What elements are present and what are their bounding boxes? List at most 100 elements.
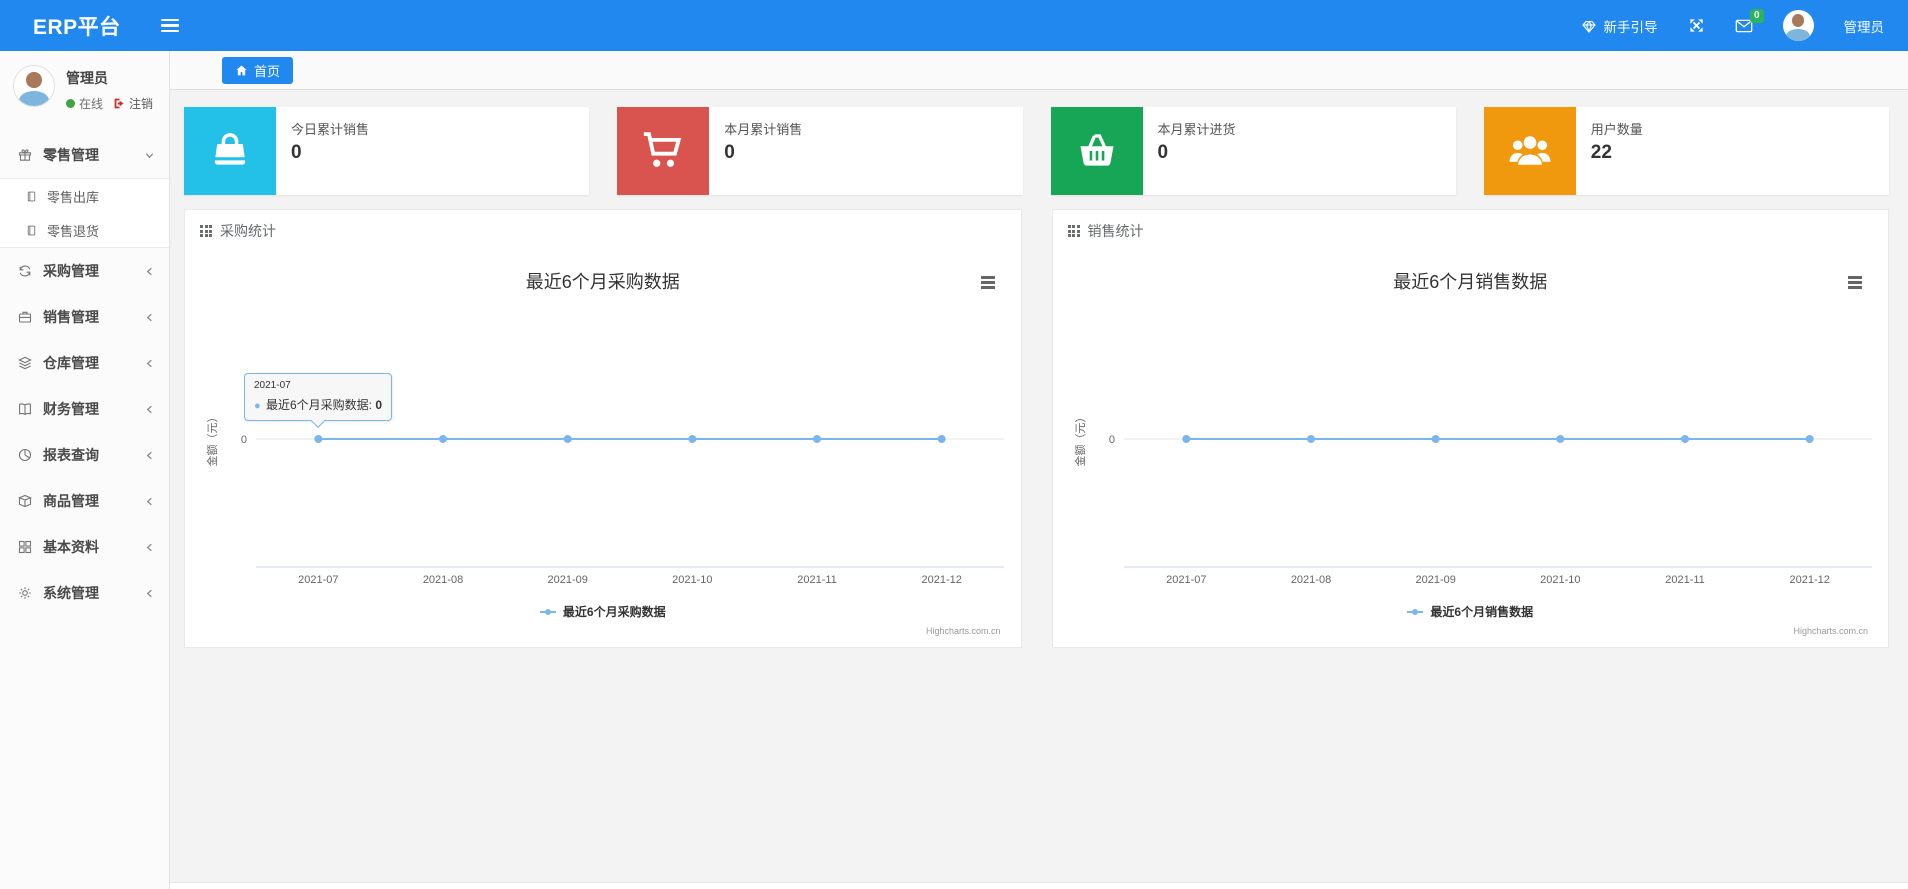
chart-plot: 2021-07 2021-08 2021-09 2021-10 2021-11 2021-… — [1073, 412, 1872, 586]
chevron-left-icon — [146, 497, 152, 505]
chevron-left-icon — [146, 451, 152, 459]
grid-icon — [200, 225, 212, 237]
sidebar-item-retail-return[interactable]: 零售退货 — [0, 213, 169, 247]
chevron-left-icon — [146, 359, 152, 367]
logout-button[interactable]: 注销 — [113, 95, 153, 112]
data-point[interactable] — [563, 435, 572, 443]
data-point[interactable] — [688, 435, 697, 443]
box-icon — [18, 494, 32, 508]
data-point[interactable] — [813, 435, 821, 443]
sidebar-item-system[interactable]: 系统管理 — [0, 570, 169, 616]
x-tick-label: 2021-08 — [1290, 574, 1330, 586]
stat-card-user-count[interactable]: 用户数量 22 — [1483, 107, 1889, 195]
purchase-chart: 最近6个月采购数据 最近6个月采购数据 Highcharts.com.cn 20… — [185, 252, 1021, 648]
data-point[interactable] — [1555, 435, 1564, 443]
x-tick-label: 2021-11 — [1665, 574, 1705, 586]
user-name: 管理员 — [66, 70, 108, 86]
dashboard: 今日累计销售 0 本月累计销售 0 本月累计进货 0 用户数量 22 采购统计 … — [170, 90, 1908, 882]
x-tick-label: 2021-12 — [1789, 574, 1829, 586]
sidebar-toggle-icon[interactable] — [160, 16, 179, 36]
topbar: ERP平台 新手引导 0 管理员 — [0, 0, 1908, 51]
sidebar-item-retail-outbound[interactable]: 零售出库 — [0, 179, 169, 213]
sidebar-item-reports[interactable]: 报表查询 — [0, 432, 169, 478]
book-icon — [19, 403, 31, 416]
message-count-badge: 0 — [1749, 8, 1764, 23]
basket-icon — [1080, 134, 1113, 166]
topbar-user-name[interactable]: 管理员 — [1844, 16, 1885, 36]
panel-header: 销售统计 — [1053, 210, 1889, 252]
guide-button[interactable]: 新手引导 — [1581, 16, 1658, 36]
stat-card-label: 本月累计进货 — [1157, 122, 1236, 137]
document-icon — [27, 191, 36, 201]
user-avatar[interactable] — [13, 65, 55, 107]
stat-card-value: 0 — [724, 142, 735, 163]
sidebar-menu: 零售管理 零售出库 零售退货 采购管理 销售管理 仓库管理 财务管理 报表查询 … — [0, 132, 169, 616]
chevron-left-icon — [146, 405, 152, 413]
stat-card-month-sales[interactable]: 本月累计销售 0 — [617, 107, 1023, 195]
data-point[interactable] — [1805, 435, 1814, 443]
sidebar-item-retail[interactable]: 零售管理 — [0, 132, 169, 178]
online-status-label: 在线 — [79, 97, 104, 111]
data-point[interactable] — [439, 435, 447, 443]
data-point[interactable] — [1306, 435, 1315, 443]
document-icon — [27, 225, 36, 235]
x-tick-label: 2021-09 — [1415, 574, 1455, 586]
panel-title: 销售统计 — [1087, 223, 1144, 239]
sidebar-item-finance[interactable]: 财务管理 — [0, 386, 169, 432]
stat-card-value: 0 — [1157, 142, 1169, 163]
stat-cards-row: 今日累计销售 0 本月累计销售 0 本月累计进货 0 用户数量 22 — [184, 107, 1889, 195]
sidebar-item-goods[interactable]: 商品管理 — [0, 478, 169, 524]
sidebar: 管理员 在线 注销 零售管理 零售出库 零售退货 采购管理 销售管理 仓库管理 … — [0, 51, 170, 889]
x-tick-label: 2021-11 — [797, 574, 837, 586]
chart-panels-row: 采购统计 最近6个月采购数据 最近6个月采购数据 Highcharts.com.… — [184, 209, 1889, 648]
grid-icon — [1067, 225, 1080, 237]
exchange-icon — [19, 265, 31, 277]
gear-icon — [19, 587, 31, 599]
gift-icon — [18, 149, 32, 161]
x-tick-label: 2021-07 — [1166, 574, 1206, 586]
data-point[interactable] — [1431, 435, 1440, 443]
stat-card-month-purchase[interactable]: 本月累计进货 0 — [1050, 107, 1456, 195]
x-tick-label: 2021-10 — [672, 574, 712, 586]
panel-title: 采购统计 — [220, 223, 276, 239]
messages-button[interactable]: 0 — [1735, 8, 1764, 34]
sales-stats-panel: 销售统计 最近6个月销售数据 最近6个月销售数据 Highcharts.com.… — [1051, 209, 1889, 648]
retail-submenu: 零售出库 零售退货 — [0, 178, 169, 248]
avatar[interactable] — [1782, 10, 1814, 41]
briefcase-icon — [18, 311, 32, 323]
pie-chart-icon — [18, 448, 32, 462]
app-brand: ERP平台 — [33, 15, 121, 39]
stat-card-today-sales[interactable]: 今日累计销售 0 — [184, 107, 590, 195]
content-area: 首页 今日累计销售 0 本月累计销售 0 本月累计进货 0 用户数量 22 采购… — [170, 51, 1908, 889]
fullscreen-icon[interactable] — [1688, 17, 1705, 34]
y-tick-label: 0 — [1108, 434, 1114, 446]
tab-home[interactable]: 首页 — [222, 56, 294, 84]
x-tick-label: 2021-07 — [298, 574, 338, 586]
page-footer — [170, 882, 1908, 889]
y-tick-label: 0 — [241, 434, 247, 446]
shopping-bag-icon — [214, 133, 246, 165]
topbar-right: 新手引导 0 管理员 — [1581, 8, 1908, 41]
stat-card-label: 本月累计销售 — [724, 122, 803, 137]
x-tick-label: 2021-08 — [423, 574, 463, 586]
data-point[interactable] — [937, 435, 946, 443]
data-point[interactable] — [1181, 435, 1190, 443]
x-tick-label: 2021-12 — [921, 574, 961, 586]
sidebar-item-sales[interactable]: 销售管理 — [0, 294, 169, 340]
tab-bar: 首页 — [170, 51, 1908, 90]
stat-card-value: 22 — [1590, 142, 1612, 163]
chevron-down-icon — [145, 152, 154, 158]
sidebar-item-purchase[interactable]: 采购管理 — [0, 248, 169, 294]
data-point[interactable] — [314, 435, 323, 443]
stat-card-label: 今日累计销售 — [291, 122, 370, 137]
panel-header: 采购统计 — [185, 210, 1021, 252]
y-axis-title: 金额（元） — [1073, 412, 1087, 467]
sidebar-item-basic-data[interactable]: 基本资料 — [0, 524, 169, 570]
x-tick-label: 2021-10 — [1540, 574, 1580, 586]
guide-label: 新手引导 — [1603, 19, 1658, 35]
sign-out-icon — [114, 98, 124, 109]
users-icon — [1509, 136, 1551, 165]
data-point[interactable] — [1680, 435, 1689, 443]
sidebar-item-warehouse[interactable]: 仓库管理 — [0, 340, 169, 386]
gem-icon — [1581, 20, 1596, 33]
